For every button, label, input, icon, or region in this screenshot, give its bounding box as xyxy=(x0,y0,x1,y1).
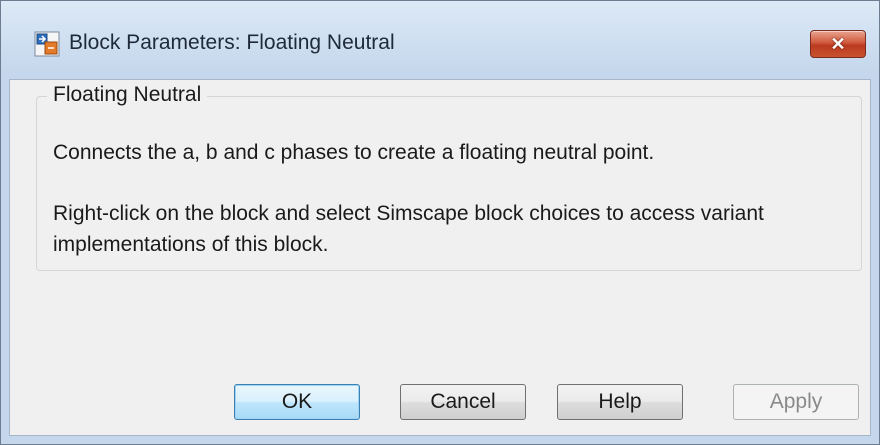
window-title: Block Parameters: Floating Neutral xyxy=(69,31,395,54)
group-legend: Floating Neutral xyxy=(47,83,208,107)
close-button[interactable]: ✕ xyxy=(810,30,866,58)
cancel-button[interactable]: Cancel xyxy=(400,384,526,420)
apply-button[interactable]: Apply xyxy=(733,384,859,420)
title-bar[interactable]: Block Parameters: Floating Neutral ✕ xyxy=(1,1,879,79)
dialog-window: Block Parameters: Floating Neutral ✕ Flo… xyxy=(0,0,880,445)
close-icon: ✕ xyxy=(830,33,846,54)
description-line-1: Connects the a, b and c phases to create… xyxy=(53,141,655,164)
help-button[interactable]: Help xyxy=(557,384,683,420)
description-line-2: Right-click on the block and select Sims… xyxy=(53,202,764,256)
description-group: Floating Neutral Connects the a, b and c… xyxy=(36,83,862,271)
simulink-block-icon xyxy=(34,31,60,57)
dialog-client-area: Floating Neutral Connects the a, b and c… xyxy=(9,79,871,436)
ok-button[interactable]: OK xyxy=(234,384,360,420)
